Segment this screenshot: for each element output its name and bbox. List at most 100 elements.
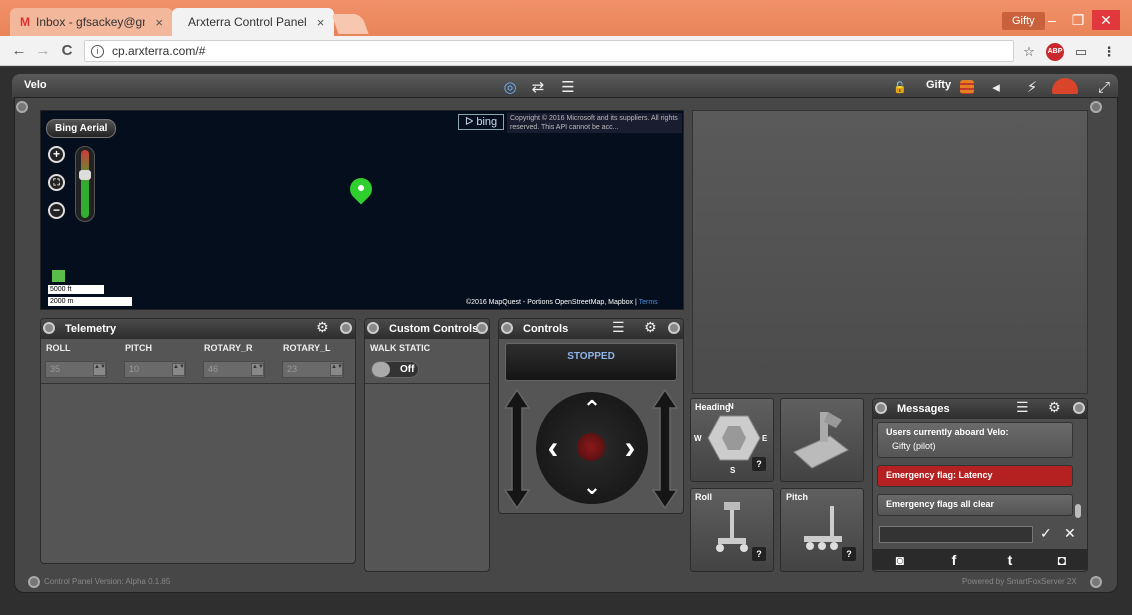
reload-button[interactable]: C [58, 42, 76, 60]
map-mode-button[interactable]: Bing Aerial [46, 119, 117, 138]
map-view[interactable] [40, 110, 684, 310]
dpad-down-button[interactable]: ⌄ [579, 474, 605, 500]
info-icon[interactable]: i [91, 44, 104, 58]
controls-title-text: Controls [523, 323, 569, 335]
zoom-slider-handle[interactable] [79, 170, 91, 180]
tab-gmail[interactable]: M Inbox - gfsackey@gmail × [10, 8, 173, 36]
heading-help-button[interactable]: ? [752, 457, 766, 471]
main-menu-icon[interactable]: ☰ [558, 79, 578, 97]
compass-north: N [728, 402, 734, 411]
twitter-icon[interactable]: t [1000, 550, 1020, 570]
back-button[interactable]: ← [10, 42, 28, 60]
aboard-message: Users currently aboard Velo: Gifty (pilo… [877, 422, 1073, 458]
layers-icon[interactable] [960, 80, 974, 94]
rotary-r-stepper[interactable]: ▲▼ [251, 363, 264, 376]
minimize-button[interactable]: – [1038, 10, 1066, 30]
panel-dot-icon[interactable] [43, 322, 55, 334]
zoom-in-button[interactable]: + [48, 146, 65, 163]
cast-icon[interactable]: ▭ [1072, 43, 1090, 61]
bookmark-star-icon[interactable]: ☆ [1020, 43, 1038, 61]
telemetry-title-text: Telemetry [65, 323, 117, 335]
gear-icon[interactable]: ⚙ [316, 319, 329, 336]
pitch-help-button[interactable]: ? [842, 547, 856, 561]
corner-dot-icon [1090, 576, 1102, 588]
flags-clear-message: Emergency flags all clear [877, 494, 1073, 516]
instagram-icon[interactable]: ◘ [1052, 550, 1072, 570]
left-throttle-slider[interactable] [503, 388, 531, 510]
dpad-center-button[interactable] [577, 433, 605, 461]
close-window-button[interactable]: ✕ [1092, 10, 1120, 30]
messages-scrollbar[interactable] [1075, 504, 1081, 518]
forward-button[interactable]: → [34, 42, 52, 60]
rotary-r-label: ROTARY_R [204, 343, 253, 353]
scale-meters: 2000 m [48, 297, 132, 306]
telemetry-divider [41, 383, 355, 384]
url-input[interactable]: i cp.arxterra.com/# [84, 40, 1014, 62]
panel-dot-icon[interactable] [367, 322, 379, 334]
terms-link[interactable]: Terms [639, 299, 658, 306]
restore-button[interactable]: ❐ [1064, 10, 1092, 30]
adblock-icon[interactable]: ABP [1046, 43, 1064, 61]
url-text: cp.arxterra.com/# [112, 44, 206, 58]
facebook-icon[interactable]: f [944, 550, 964, 570]
roll-label: ROLL [46, 343, 71, 353]
walk-static-toggle-knob[interactable] [372, 362, 390, 377]
panel-dot-icon[interactable] [1073, 402, 1085, 414]
pin-center [358, 185, 364, 191]
swap-icon[interactable]: ⇄ [528, 79, 548, 97]
robot-front-view-icon [716, 502, 748, 552]
send-message-button[interactable]: ✓ [1040, 525, 1052, 542]
attribution-text: ©2016 MapQuest - Portions OpenStreetMap,… [466, 299, 637, 306]
close-icon[interactable]: × [155, 15, 163, 30]
bolt-icon[interactable]: ⚡ [1022, 79, 1042, 97]
panel-dot-icon[interactable] [668, 322, 680, 334]
aboard-title: Users currently aboard Velo: [886, 427, 1009, 437]
lock-icon[interactable]: 🔓 [890, 79, 910, 97]
roll-gauge-label: Roll [695, 492, 712, 502]
scale-icon [52, 270, 65, 282]
zoom-fit-button[interactable]: ⛶ [48, 174, 65, 191]
dpad-up-button[interactable]: ⌃ [579, 396, 605, 422]
camera-icon[interactable]: ◙ [890, 550, 910, 570]
zoom-out-button[interactable]: − [48, 202, 65, 219]
cancel-message-button[interactable]: ✕ [1064, 525, 1076, 542]
tab-arxterra[interactable]: Arxterra Control Panel × [172, 8, 334, 36]
menu-icon[interactable]: ⋮ [1100, 43, 1118, 61]
rotary-l-stepper[interactable]: ▲▼ [330, 363, 343, 376]
dpad-right-button[interactable]: › [617, 431, 643, 463]
dpad-left-button[interactable]: ‹ [540, 431, 566, 463]
roll-stepper[interactable]: ▲▼ [93, 363, 106, 376]
gear-icon[interactable]: ⚙ [1048, 399, 1061, 416]
telemetry-title: Telemetry [41, 319, 355, 339]
custom-controls-divider [365, 383, 489, 384]
bing-copyright: Copyright © 2016 Microsoft and its suppl… [507, 113, 682, 133]
robot-name: Velo [24, 79, 47, 91]
gear-icon[interactable]: ⚙ [644, 319, 657, 336]
compass-east: E [762, 434, 768, 443]
target-icon[interactable]: ◎ [500, 79, 520, 97]
message-input[interactable] [879, 526, 1033, 543]
expand-icon[interactable]: ⤢ [1094, 79, 1114, 97]
aboard-user: Gifty (pilot) [892, 441, 936, 451]
panel-dot-icon[interactable] [340, 322, 352, 334]
panel-dot-icon[interactable] [875, 402, 887, 414]
close-icon[interactable]: × [317, 15, 325, 30]
messages-menu-icon[interactable]: ☰ [1016, 399, 1029, 416]
version-text: Control Panel Version: Alpha 0.1.85 [44, 577, 171, 586]
back-arrow-icon[interactable]: ◂ [986, 79, 1006, 97]
right-throttle-slider[interactable] [651, 388, 679, 510]
custom-controls-panel: Custom Controls [364, 318, 490, 572]
telemetry-panel: Telemetry [40, 318, 356, 564]
latency-flag-message: Emergency flag: Latency [877, 465, 1073, 487]
controls-menu-icon[interactable]: ☰ [612, 319, 625, 336]
roll-help-button[interactable]: ? [752, 547, 766, 561]
map-attribution: ©2016 MapQuest - Portions OpenStreetMap,… [466, 299, 658, 306]
video-feed [692, 110, 1088, 394]
panel-dot-icon[interactable] [476, 322, 488, 334]
panel-dot-icon[interactable] [501, 322, 513, 334]
custom-controls-title-text: Custom Controls [389, 323, 479, 335]
scale-feet: 5000 ft [48, 285, 104, 294]
pitch-stepper[interactable]: ▲▼ [172, 363, 185, 376]
custom-controls-title: Custom Controls [365, 319, 489, 339]
robot-3d-icon [793, 412, 849, 469]
